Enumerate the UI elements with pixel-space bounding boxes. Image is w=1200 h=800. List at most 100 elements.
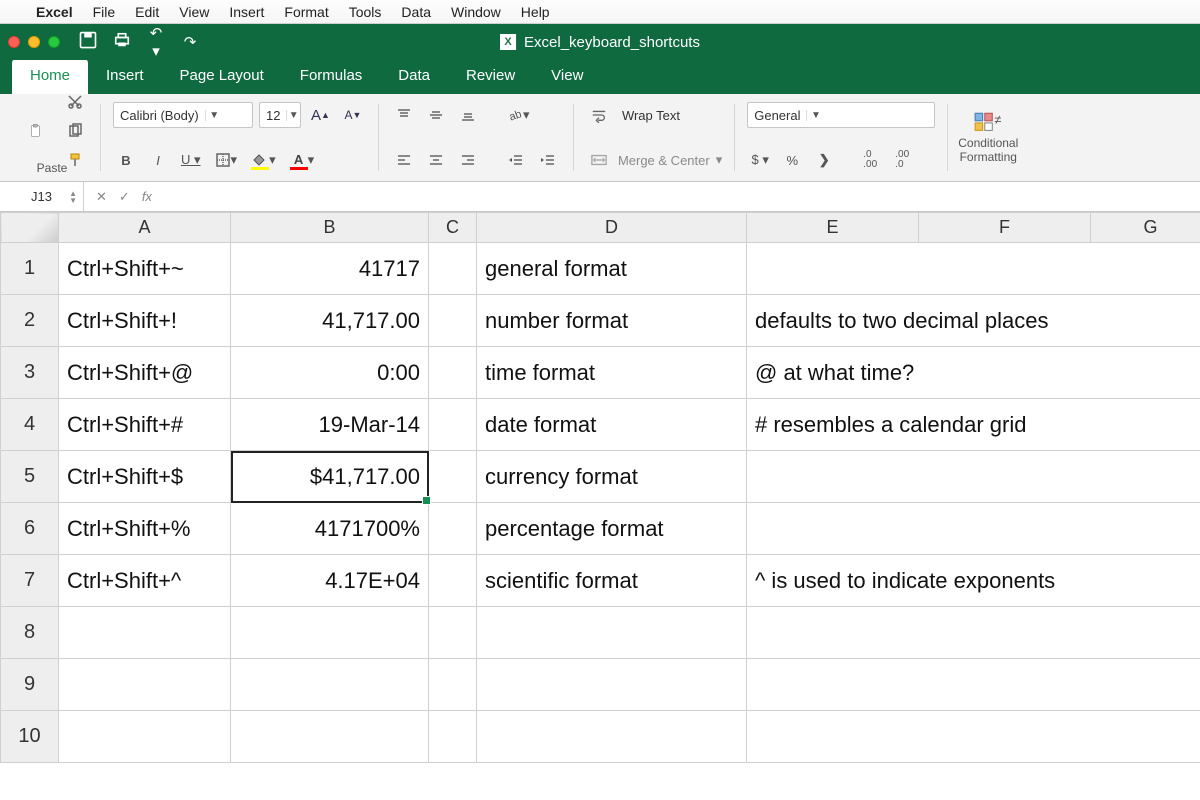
align-left-button[interactable] bbox=[391, 147, 417, 173]
col-header-F[interactable]: F bbox=[919, 213, 1091, 243]
cell[interactable]: percentage format bbox=[477, 503, 747, 555]
cell[interactable]: 19-Mar-14 bbox=[231, 399, 429, 451]
cell[interactable]: Ctrl+Shift+! bbox=[59, 295, 231, 347]
col-header-C[interactable]: C bbox=[429, 213, 477, 243]
wrap-text-button[interactable] bbox=[586, 102, 612, 128]
cell[interactable] bbox=[477, 711, 747, 763]
cell[interactable] bbox=[477, 607, 747, 659]
conditional-formatting-button[interactable]: ≠ ConditionalFormatting bbox=[952, 100, 1024, 175]
cell[interactable]: date format bbox=[477, 399, 747, 451]
window-zoom-button[interactable] bbox=[48, 36, 60, 48]
menu-format[interactable]: Format bbox=[284, 4, 328, 20]
qat-save-icon[interactable] bbox=[78, 30, 98, 54]
number-format-dropdown[interactable]: General▼ bbox=[747, 102, 935, 128]
borders-button[interactable]: ▾ bbox=[211, 147, 242, 173]
orientation-button[interactable]: ab ▾ bbox=[503, 102, 534, 128]
cell[interactable]: currency format bbox=[477, 451, 747, 503]
col-header-B[interactable]: B bbox=[231, 213, 429, 243]
align-right-button[interactable] bbox=[455, 147, 481, 173]
bold-button[interactable]: B bbox=[113, 147, 139, 173]
align-bottom-button[interactable] bbox=[455, 102, 481, 128]
merge-center-button[interactable] bbox=[586, 147, 612, 173]
align-middle-button[interactable] bbox=[423, 102, 449, 128]
menu-data[interactable]: Data bbox=[401, 4, 431, 20]
menu-insert[interactable]: Insert bbox=[229, 4, 264, 20]
cell[interactable]: @ at what time? bbox=[747, 347, 1200, 399]
align-center-button[interactable] bbox=[423, 147, 449, 173]
cell[interactable] bbox=[747, 711, 1200, 763]
cell[interactable] bbox=[59, 711, 231, 763]
font-color-button[interactable]: A ▾ bbox=[286, 147, 319, 173]
row-header[interactable]: 7 bbox=[1, 555, 59, 607]
increase-decimal-button[interactable]: .0.00 bbox=[857, 147, 883, 173]
cell[interactable]: ^ is used to indicate exponents bbox=[747, 555, 1200, 607]
cell[interactable]: Ctrl+Shift+% bbox=[59, 503, 231, 555]
cell[interactable]: time format bbox=[477, 347, 747, 399]
name-box[interactable]: J13 ▲▼ bbox=[0, 182, 84, 211]
increase-indent-button[interactable] bbox=[535, 147, 561, 173]
cell[interactable]: 4171700% bbox=[231, 503, 429, 555]
menu-help[interactable]: Help bbox=[521, 4, 550, 20]
decrease-decimal-button[interactable]: .00.0 bbox=[889, 147, 915, 173]
qat-print-icon[interactable] bbox=[112, 30, 132, 54]
cell[interactable] bbox=[429, 347, 477, 399]
cell[interactable]: Ctrl+Shift+# bbox=[59, 399, 231, 451]
cell[interactable] bbox=[59, 659, 231, 711]
window-minimize-button[interactable] bbox=[28, 36, 40, 48]
row-header[interactable]: 3 bbox=[1, 347, 59, 399]
menu-edit[interactable]: Edit bbox=[135, 4, 159, 20]
decrease-font-size-button[interactable]: A▼ bbox=[340, 102, 366, 128]
cell[interactable] bbox=[231, 711, 429, 763]
cell[interactable] bbox=[429, 503, 477, 555]
cell[interactable] bbox=[747, 607, 1200, 659]
formula-input[interactable] bbox=[164, 182, 1200, 211]
cell[interactable]: 0:00 bbox=[231, 347, 429, 399]
paste-button[interactable] bbox=[16, 111, 56, 151]
cancel-formula-button[interactable]: ✕ bbox=[96, 189, 107, 205]
col-header-E[interactable]: E bbox=[747, 213, 919, 243]
cell[interactable]: Ctrl+Shift+@ bbox=[59, 347, 231, 399]
cell[interactable]: $41,717.00 bbox=[231, 451, 429, 503]
row-header[interactable]: 2 bbox=[1, 295, 59, 347]
cut-button[interactable] bbox=[62, 89, 88, 115]
cell[interactable] bbox=[429, 451, 477, 503]
menu-tools[interactable]: Tools bbox=[349, 4, 382, 20]
enter-formula-button[interactable]: ✓ bbox=[119, 189, 130, 205]
copy-button[interactable] bbox=[62, 118, 88, 144]
col-header-G[interactable]: G bbox=[1091, 213, 1200, 243]
cell[interactable]: Ctrl+Shift+~ bbox=[59, 243, 231, 295]
cell[interactable] bbox=[429, 711, 477, 763]
cell[interactable]: defaults to two decimal places bbox=[747, 295, 1200, 347]
cell[interactable] bbox=[747, 243, 1200, 295]
fill-color-button[interactable]: ▾ bbox=[247, 147, 280, 173]
row-header[interactable]: 5 bbox=[1, 451, 59, 503]
row-header[interactable]: 10 bbox=[1, 711, 59, 763]
row-header[interactable]: 4 bbox=[1, 399, 59, 451]
col-header-D[interactable]: D bbox=[477, 213, 747, 243]
cell[interactable]: general format bbox=[477, 243, 747, 295]
percent-format-button[interactable]: % bbox=[779, 147, 805, 173]
cell[interactable]: 41,717.00 bbox=[231, 295, 429, 347]
cell[interactable] bbox=[429, 555, 477, 607]
cell[interactable] bbox=[477, 659, 747, 711]
cell[interactable] bbox=[231, 659, 429, 711]
cell[interactable]: # resembles a calendar grid bbox=[747, 399, 1200, 451]
cell[interactable] bbox=[429, 243, 477, 295]
cell[interactable] bbox=[747, 659, 1200, 711]
cell[interactable] bbox=[747, 451, 1200, 503]
italic-button[interactable]: I bbox=[145, 147, 171, 173]
col-header-A[interactable]: A bbox=[59, 213, 231, 243]
window-close-button[interactable] bbox=[8, 36, 20, 48]
underline-button[interactable]: U ▾ bbox=[177, 147, 205, 173]
tab-insert[interactable]: Insert bbox=[88, 59, 162, 94]
spreadsheet-grid[interactable]: A B C D E F G 1Ctrl+Shift+~41717general … bbox=[0, 212, 1200, 763]
cell[interactable] bbox=[429, 607, 477, 659]
cell[interactable]: Ctrl+Shift+$ bbox=[59, 451, 231, 503]
cell[interactable] bbox=[429, 659, 477, 711]
tab-page-layout[interactable]: Page Layout bbox=[162, 59, 282, 94]
tab-data[interactable]: Data bbox=[380, 59, 448, 94]
row-header[interactable]: 8 bbox=[1, 607, 59, 659]
currency-format-button[interactable]: $ ▾ bbox=[747, 147, 773, 173]
cell[interactable] bbox=[429, 399, 477, 451]
font-size-dropdown[interactable]: 12▼ bbox=[259, 102, 301, 128]
